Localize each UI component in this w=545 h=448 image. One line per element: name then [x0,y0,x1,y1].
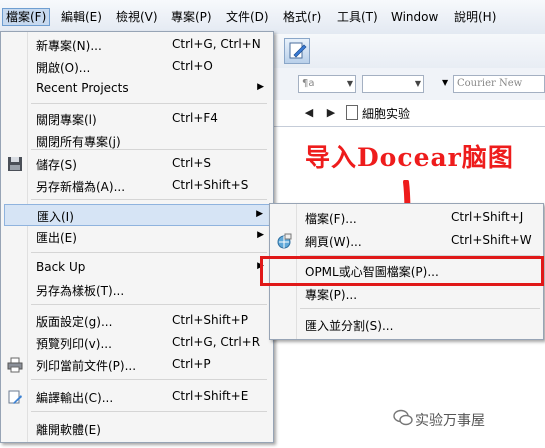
menu-item-save-as[interactable]: 另存新檔為(A)... Ctrl+Shift+S [4,175,270,197]
menu-item-save-as-template[interactable]: 另存為樣板(T)... [4,279,270,301]
printer-icon [7,357,23,373]
chevron-down-icon: ▼ [442,78,449,87]
document-nav-bar: ◀ ▶ 細胞实验 [270,100,545,127]
compile-icon [8,390,22,404]
menu-item-exit[interactable]: 離開軟體(E) [4,418,270,440]
submenu-item-import-project[interactable]: 專案(P)... [273,283,541,305]
edit-document-icon[interactable] [284,38,310,64]
watermark: 实验万事屋 [393,409,485,430]
annotation-text: 导入Docear脑图 [305,143,514,172]
highlight-box [260,256,544,286]
menu-document[interactable]: 文件(D) [223,8,272,26]
paragraph-combo[interactable]: ▼ [362,75,424,93]
menu-file[interactable]: 檔案(F) [2,8,51,26]
style-combo[interactable]: ¶a ▼ [298,75,356,93]
menu-tools[interactable]: 工具(T) [334,8,381,26]
file-menu-dropdown: 新專案(N)... Ctrl+G, Ctrl+N 開啟(O)... Ctrl+O… [0,31,274,443]
menu-divider [31,252,267,253]
toolbar [270,34,545,69]
menu-divider [31,304,267,305]
menu-item-print-preview[interactable]: 預覽列印(v)... Ctrl+G, Ctrl+R [4,332,270,354]
font-combo[interactable]: Courier New [453,75,545,93]
menu-bar: 檔案(F) 編輯(E) 檢視(V) 專案(P) 文件(D) 格式(r) 工具(T… [0,0,545,35]
menu-item-save[interactable]: 儲存(S) Ctrl+S [4,153,270,175]
format-bar: ¶a ▼ ▼ Courier New ▼ [270,68,545,101]
document-icon [346,105,358,120]
submenu-arrow-icon: ▶ [257,230,264,240]
menu-item-recent-projects[interactable]: Recent Projects ▶ [4,78,270,100]
menu-help[interactable]: 說明(H) [451,8,499,26]
menu-item-open[interactable]: 開啟(O)... Ctrl+O [4,56,270,78]
menu-divider [31,103,267,104]
menu-divider [31,199,267,200]
back-arrow-icon[interactable]: ◀ [300,104,318,122]
menu-edit[interactable]: 編輯(E) [58,8,105,26]
chevron-down-icon: ▼ [346,79,353,88]
web-page-icon [277,233,292,249]
menu-divider [300,308,540,309]
save-disk-icon [8,157,22,171]
chevron-down-icon: ▼ [414,79,421,88]
menu-divider [31,379,267,380]
submenu-item-import-file[interactable]: 檔案(F)... Ctrl+Shift+J [273,207,541,229]
menu-item-import[interactable]: 匯入(I) ▶ [4,204,270,226]
menu-item-new-project[interactable]: 新專案(N)... Ctrl+G, Ctrl+N [4,34,270,56]
menu-window[interactable]: Window [388,8,441,26]
submenu-arrow-icon: ▶ [257,82,264,92]
menu-item-close-project[interactable]: 關閉專案(l) Ctrl+F4 [4,108,270,130]
forward-arrow-icon[interactable]: ▶ [322,104,340,122]
menu-item-export[interactable]: 匯出(E) ▶ [4,226,270,248]
submenu-item-import-and-split[interactable]: 匯入並分割(S)... [273,314,541,336]
menu-item-print-document[interactable]: 列印當前文件(P)... Ctrl+P [4,354,270,376]
wechat-icon [393,409,413,426]
menu-project[interactable]: 專案(P) [168,8,215,26]
menu-view[interactable]: 檢視(V) [113,8,161,26]
menu-item-page-setup[interactable]: 版面設定(g)... Ctrl+Shift+P [4,310,270,332]
menu-divider [31,411,267,412]
menu-item-back-up[interactable]: Back Up ▶ [4,257,270,279]
submenu-item-import-webpage[interactable]: 網頁(W)... Ctrl+Shift+W [273,230,541,252]
submenu-arrow-icon: ▶ [256,209,263,219]
style-combo-value: ¶a [302,78,315,89]
menu-item-compile[interactable]: 編譯輸出(C)... Ctrl+Shift+E [4,386,270,408]
font-combo-value: Courier New [457,78,523,89]
menu-divider [31,149,267,150]
menu-format[interactable]: 格式(r) [280,8,324,26]
document-title: 細胞实验 [362,107,411,121]
watermark-text: 实验万事屋 [415,413,485,429]
